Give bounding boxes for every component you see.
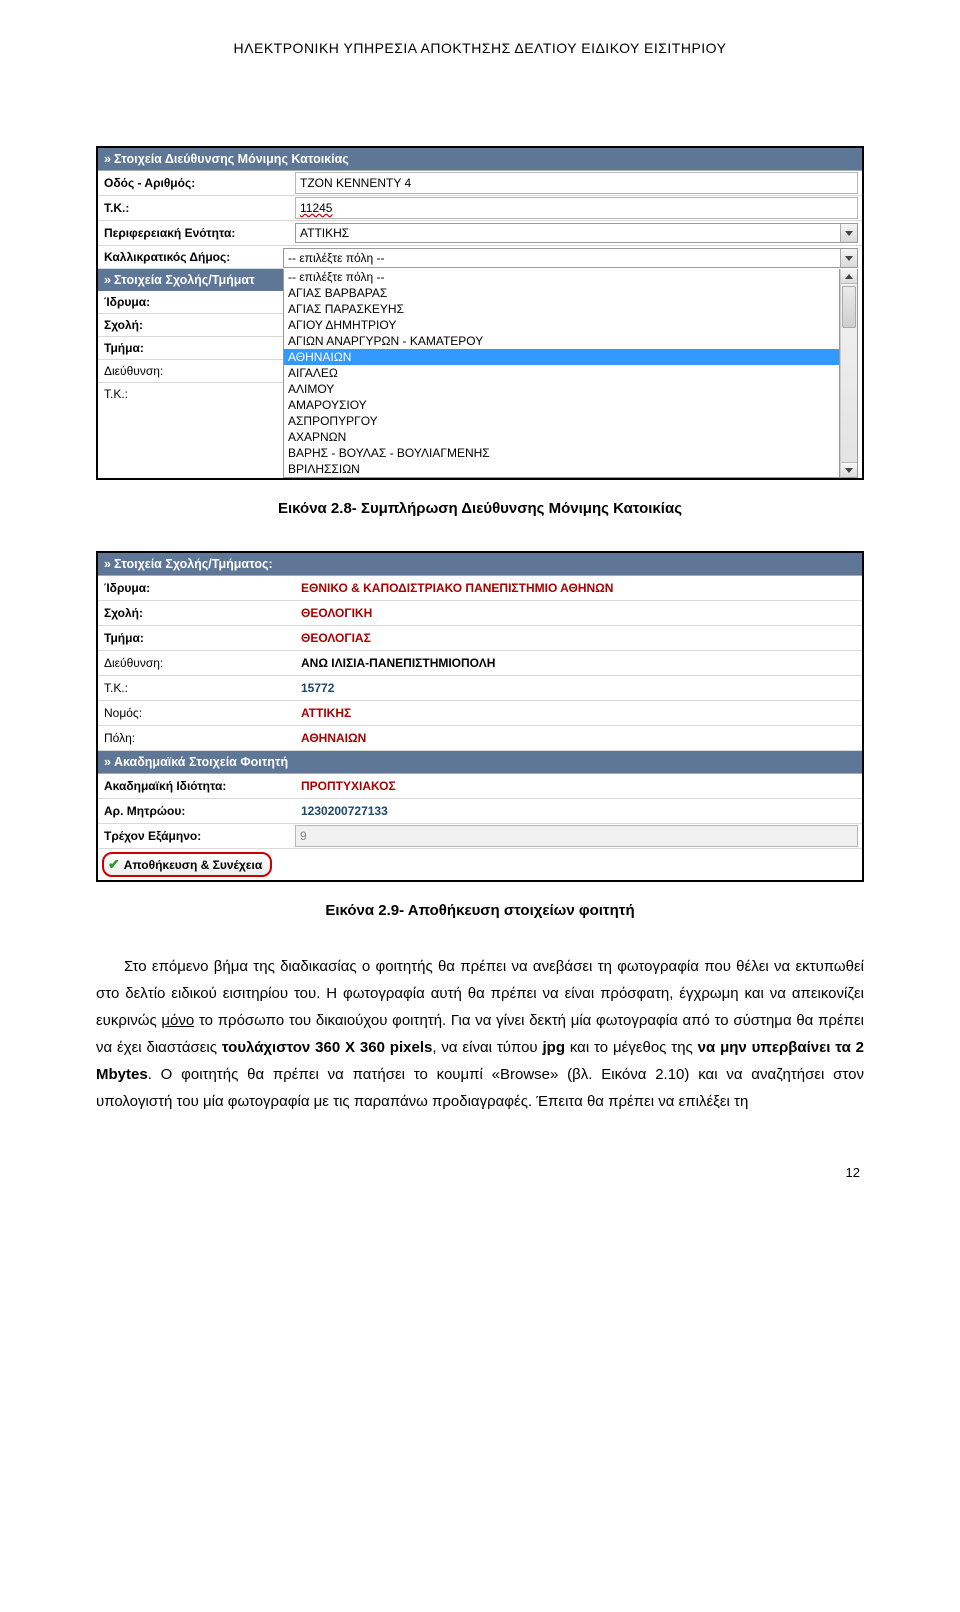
text-segment: και το μέγεθος της <box>565 1039 698 1056</box>
address-label: Διεύθυνση: <box>98 652 295 674</box>
figure-2-8-caption: Εικόνα 2.8- Συμπλήρωση Διεύθυνσης Μόνιμη… <box>96 500 864 517</box>
section-school-title-2: Στοιχεία Σχολής/Τμήματος: <box>114 557 273 571</box>
region-select-value: ΑΤΤΙΚΗΣ <box>296 224 840 242</box>
city-option[interactable]: ΒΡΙΛΗΣΣΙΩΝ <box>284 461 839 477</box>
dropdown-arrow-icon[interactable] <box>840 224 857 242</box>
city-option[interactable]: ΑΓΙΩΝ ΑΝΑΡΓΥΡΩΝ - ΚΑΜΑΤΕΡΟΥ <box>284 333 839 349</box>
section-address-header: »Στοιχεία Διεύθυνσης Μόνιμης Κατοικίας <box>98 148 862 171</box>
tmima-label: Τμήμα: <box>98 627 295 649</box>
tmima-value: ΘΕΟΛΟΓΙΑΣ <box>295 629 862 647</box>
address2-label-1: Διεύθυνση: <box>98 360 283 383</box>
tk-value-2: 15772 <box>295 679 862 697</box>
raquo-icon: » <box>104 755 111 769</box>
save-continue-label: Αποθήκευση & Συνέχεια <box>124 858 263 872</box>
street-label: Οδός - Αριθμός: <box>98 172 295 194</box>
check-icon: ✔ <box>108 856 120 873</box>
city-option[interactable]: ΑΣΠΡΟΠΥΡΓΟΥ <box>284 413 839 429</box>
scholi-label-1: Σχολή: <box>98 314 283 337</box>
nomos-value: ΑΤΤΙΚΗΣ <box>295 704 862 722</box>
idryma-label: Ίδρυμα: <box>98 577 295 599</box>
text-segment: , να είναι τύπου <box>432 1039 542 1056</box>
raquo-icon: » <box>104 273 111 287</box>
raquo-icon: » <box>104 152 111 166</box>
section-academic-header: »Ακαδημαϊκά Στοιχεία Φοιτητή <box>98 751 862 774</box>
tk-input[interactable]: 11245 <box>295 197 858 219</box>
city-select[interactable]: -- επιλέξτε πόλη -- <box>283 248 858 268</box>
city-option[interactable]: ΒΑΡΗΣ - ΒΟΥΛΑΣ - ΒΟΥΛΙΑΓΜΕΝΗΣ <box>284 445 839 461</box>
am-value: 1230200727133 <box>295 802 862 820</box>
text-segment: . Ο φοιτητής θα πρέπει να πατήσει το κου… <box>96 1066 864 1110</box>
city-option[interactable]: ΑΙΓΑΛΕΩ <box>284 365 839 381</box>
dropdown-arrow-icon[interactable] <box>840 249 857 267</box>
bold-text: jpg <box>543 1039 566 1056</box>
underlined-text: μόνο <box>161 1012 194 1029</box>
save-continue-button[interactable]: ✔ Αποθήκευση & Συνέχεια <box>102 852 272 877</box>
city-select-value: -- επιλέξτε πόλη -- <box>284 249 840 267</box>
section-school-header-1: »Στοιχεία Σχολής/Τμήματ <box>98 269 283 291</box>
poli-label: Πόλη: <box>98 727 295 749</box>
tk-label: Τ.Κ.: <box>98 197 295 219</box>
page-number: 12 <box>96 1165 864 1180</box>
poli-value: ΑΘΗΝΑΙΩΝ <box>295 729 862 747</box>
idio-label: Ακαδημαϊκή Ιδιότητα: <box>98 775 295 797</box>
section-school-header-2: »Στοιχεία Σχολής/Τμήματος: <box>98 553 862 576</box>
idryma-label-1: Ίδρυμα: <box>98 291 283 314</box>
scroll-thumb[interactable] <box>842 286 856 328</box>
figure-2-9-caption: Εικόνα 2.9- Αποθήκευση στοιχείων φοιτητή <box>96 902 864 919</box>
scholi-label: Σχολή: <box>98 602 295 624</box>
am-label: Αρ. Μητρώου: <box>98 800 295 822</box>
section-school-title-1: Στοιχεία Σχολής/Τμήματ <box>114 273 255 287</box>
city-option[interactable]: ΑΧΑΡΝΩΝ <box>284 429 839 445</box>
listbox-scrollbar[interactable] <box>840 269 858 478</box>
bold-text: τουλάχιστον 360 X 360 pixels <box>222 1039 432 1056</box>
figure-2-9-screenshot: »Στοιχεία Σχολής/Τμήματος: Ίδρυμα: ΕΘΝΙΚ… <box>96 551 864 882</box>
tk2-label-1: Τ.Κ.: <box>98 383 283 405</box>
city-option[interactable]: -- επιλέξτε πόλη -- <box>284 269 839 285</box>
section-address-title: Στοιχεία Διεύθυνσης Μόνιμης Κατοικίας <box>114 152 349 166</box>
city-option[interactable]: ΑΓΙΟΥ ΔΗΜΗΤΡΙΟΥ <box>284 317 839 333</box>
document-header: ΗΛΕΚΤΡΟΝΙΚΗ ΥΠΗΡΕΣΙΑ ΑΠΟΚΤΗΣΗΣ ΔΕΛΤΙΟΥ Ε… <box>96 40 864 56</box>
idio-value: ΠΡΟΠΤΥΧΙΑΚΟΣ <box>295 777 862 795</box>
tmima-label-1: Τμήμα: <box>98 337 283 360</box>
semester-label: Τρέχον Εξάμηνο: <box>98 825 295 847</box>
city-option[interactable]: ΑΛΙΜΟΥ <box>284 381 839 397</box>
semester-input: 9 <box>295 825 858 847</box>
city-option[interactable]: ΑΓΙΑΣ ΠΑΡΑΣΚΕΥΗΣ <box>284 301 839 317</box>
scroll-up-icon[interactable] <box>841 269 857 284</box>
city-option[interactable]: ΑΓΙΑΣ ΒΑΡΒΑΡΑΣ <box>284 285 839 301</box>
scroll-down-icon[interactable] <box>841 462 857 477</box>
city-listbox[interactable]: -- επιλέξτε πόλη -- ΑΓΙΑΣ ΒΑΡΒΑΡΑΣ ΑΓΙΑΣ… <box>283 269 840 478</box>
nomos-label: Νομός: <box>98 702 295 724</box>
scholi-value: ΘΕΟΛΟΓΙΚΗ <box>295 604 862 622</box>
region-select[interactable]: ΑΤΤΙΚΗΣ <box>295 223 858 243</box>
idryma-value: ΕΘΝΙΚΟ & ΚΑΠΟΔΙΣΤΡΙΑΚΟ ΠΑΝΕΠΙΣΤΗΜΙΟ ΑΘΗΝ… <box>295 579 862 597</box>
street-input[interactable]: ΤΖΟΝ ΚΕΝΝΕΝΤΥ 4 <box>295 172 858 194</box>
city-option-selected[interactable]: ΑΘΗΝΑΙΩΝ <box>284 349 839 365</box>
section-academic-title: Ακαδημαϊκά Στοιχεία Φοιτητή <box>114 755 288 769</box>
region-label: Περιφερειακή Ενότητα: <box>98 222 295 244</box>
tk-label-2: Τ.Κ.: <box>98 677 295 699</box>
city-label: Καλλικρατικός Δήμος: <box>98 246 283 269</box>
figure-2-8-screenshot: »Στοιχεία Διεύθυνσης Μόνιμης Κατοικίας Ο… <box>96 146 864 480</box>
city-option[interactable]: ΑΜΑΡΟΥΣΙΟΥ <box>284 397 839 413</box>
body-paragraph: Στο επόμενο βήμα της διαδικασίας ο φοιτη… <box>96 953 864 1115</box>
address-value: ΑΝΩ ΙΛΙΣΙΑ-ΠΑΝΕΠΙΣΤΗΜΙΟΠΟΛΗ <box>295 654 862 672</box>
raquo-icon: » <box>104 557 111 571</box>
